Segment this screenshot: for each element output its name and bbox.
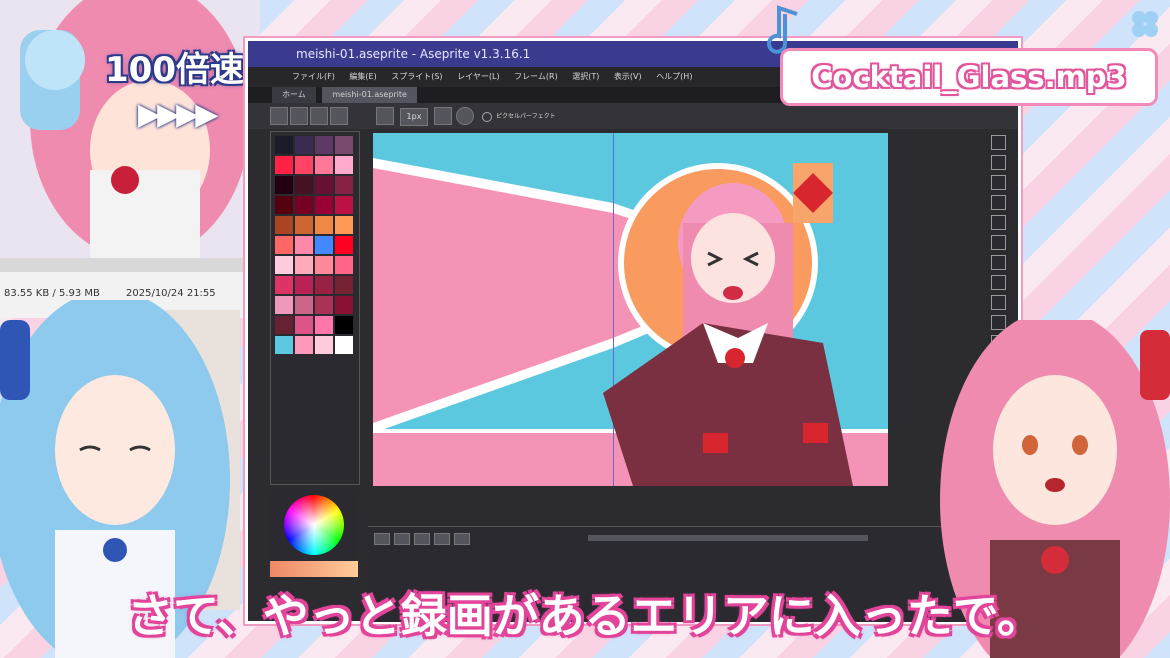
horizontal-scrollbar[interactable] bbox=[588, 535, 868, 541]
clover-icon bbox=[1132, 11, 1158, 37]
ink-button[interactable] bbox=[434, 107, 452, 125]
menu-edit[interactable]: 編集(E) bbox=[349, 72, 376, 81]
palette-swatch[interactable] bbox=[315, 236, 333, 254]
fast-forward-arrows: ▶▶▶▶ bbox=[138, 97, 218, 132]
next-frame-button[interactable] bbox=[434, 533, 450, 545]
context-toolbar: 1px ピクセルパーフェクト bbox=[248, 103, 1018, 129]
hand-tool-icon[interactable] bbox=[991, 215, 1006, 230]
options-button[interactable] bbox=[330, 107, 348, 125]
palette-swatch[interactable] bbox=[295, 276, 313, 294]
palette-swatch[interactable] bbox=[275, 256, 293, 274]
brush-type-button[interactable] bbox=[376, 107, 394, 125]
palette-swatch[interactable] bbox=[275, 276, 293, 294]
now-playing-title: Cocktail_Glass.mp3 bbox=[811, 60, 1127, 94]
palette-swatch[interactable] bbox=[315, 316, 333, 334]
pixel-perfect-label: ピクセルパーフェクト bbox=[496, 113, 556, 120]
fill-tool-icon[interactable] bbox=[991, 255, 1006, 270]
palette-swatch[interactable] bbox=[335, 236, 353, 254]
rectangle-tool-icon[interactable] bbox=[991, 295, 1006, 310]
palette-swatch[interactable] bbox=[295, 156, 313, 174]
palette-swatch[interactable] bbox=[315, 176, 333, 194]
first-frame-button[interactable] bbox=[374, 533, 390, 545]
shade-bar[interactable] bbox=[270, 561, 358, 577]
palette-swatch[interactable] bbox=[315, 136, 333, 154]
prev-frame-button[interactable] bbox=[394, 533, 410, 545]
palette-swatch[interactable] bbox=[335, 136, 353, 154]
palette-swatch[interactable] bbox=[275, 236, 293, 254]
palette-swatch[interactable] bbox=[295, 196, 313, 214]
file-date: 2025/10/24 21:55 bbox=[126, 288, 216, 299]
palette-swatch[interactable] bbox=[335, 276, 353, 294]
palette-swatch[interactable] bbox=[335, 216, 353, 234]
palette-swatch[interactable] bbox=[335, 196, 353, 214]
palette-swatch[interactable] bbox=[335, 176, 353, 194]
palette-swatch[interactable] bbox=[335, 296, 353, 314]
palette-swatch[interactable] bbox=[275, 316, 293, 334]
palette-swatch[interactable] bbox=[275, 216, 293, 234]
palette-swatch[interactable] bbox=[315, 296, 333, 314]
palette-swatch[interactable] bbox=[295, 216, 313, 234]
color-wheel-shade bbox=[284, 495, 344, 555]
opacity-button[interactable] bbox=[456, 107, 474, 125]
palette-swatch[interactable] bbox=[315, 216, 333, 234]
palette-swatch[interactable] bbox=[295, 256, 313, 274]
tab-meishi[interactable]: meishi-01.aseprite bbox=[322, 87, 417, 103]
color-wheel-panel bbox=[270, 489, 358, 579]
color-palette bbox=[270, 131, 360, 485]
menu-select[interactable]: 選択(T) bbox=[572, 72, 599, 81]
palette-swatch[interactable] bbox=[335, 156, 353, 174]
palette-swatch[interactable] bbox=[295, 136, 313, 154]
line-tool-icon[interactable] bbox=[991, 275, 1006, 290]
subtitle-caption: さて、やっと録画があるエリアに入ったで。 bbox=[127, 589, 1043, 643]
pink-character-top-left bbox=[0, 0, 260, 260]
brush-size-field[interactable]: 1px bbox=[400, 108, 428, 126]
palette-swatch[interactable] bbox=[295, 336, 313, 354]
palette-swatch[interactable] bbox=[315, 156, 333, 174]
palette-swatch[interactable] bbox=[315, 276, 333, 294]
palette-swatch[interactable] bbox=[335, 256, 353, 274]
file-size: 83.55 KB / 5.93 MB bbox=[4, 288, 100, 299]
menu-file[interactable]: ファイル(F) bbox=[292, 72, 335, 81]
eyedropper-tool-icon[interactable] bbox=[991, 195, 1006, 210]
lock-button[interactable] bbox=[290, 107, 308, 125]
palette-swatch[interactable] bbox=[275, 176, 293, 194]
now-playing-label: Cocktail_Glass.mp3 bbox=[780, 48, 1158, 106]
last-frame-button[interactable] bbox=[454, 533, 470, 545]
palette-swatch[interactable] bbox=[315, 336, 333, 354]
aseprite-window: meishi-01.aseprite - Aseprite v1.3.16.1 … bbox=[245, 38, 1021, 624]
palette-swatch[interactable] bbox=[295, 236, 313, 254]
palette-swatch[interactable] bbox=[335, 336, 353, 354]
menu-view[interactable]: 表示(V) bbox=[614, 72, 642, 81]
palette-swatch[interactable] bbox=[295, 316, 313, 334]
tab-home[interactable]: ホーム bbox=[272, 87, 316, 103]
menu-frame[interactable]: フレーム(R) bbox=[514, 72, 558, 81]
eraser-tool-icon[interactable] bbox=[991, 175, 1006, 190]
window-title: meishi-01.aseprite - Aseprite v1.3.16.1 bbox=[296, 47, 531, 61]
play-button[interactable] bbox=[414, 533, 430, 545]
palette-swatch[interactable] bbox=[275, 136, 293, 154]
pixel-perfect-checkbox[interactable] bbox=[482, 112, 492, 122]
palette-swatch[interactable] bbox=[275, 336, 293, 354]
menu-help[interactable]: ヘルプ(H) bbox=[656, 72, 692, 81]
palette-swatch[interactable] bbox=[295, 296, 313, 314]
marquee-tool-icon[interactable] bbox=[991, 135, 1006, 150]
menu-layer[interactable]: レイヤー(L) bbox=[457, 72, 499, 81]
palette-swatch[interactable] bbox=[275, 156, 293, 174]
palette-swatch[interactable] bbox=[315, 256, 333, 274]
palette-swatch[interactable] bbox=[295, 176, 313, 194]
pixel-art bbox=[373, 133, 888, 486]
palette-swatch[interactable] bbox=[315, 196, 333, 214]
pencil-tool-icon[interactable] bbox=[991, 155, 1006, 170]
palette-swatch[interactable] bbox=[275, 296, 293, 314]
speed-label: 100倍速 bbox=[105, 50, 244, 90]
palette-swatch[interactable] bbox=[335, 316, 353, 334]
sprite-canvas[interactable] bbox=[373, 133, 888, 486]
palette-swatch[interactable] bbox=[275, 196, 293, 214]
move-tool-icon[interactable] bbox=[991, 235, 1006, 250]
palette-menu-button[interactable] bbox=[270, 107, 288, 125]
menu-sprite[interactable]: スプライト(S) bbox=[391, 72, 442, 81]
edit-button[interactable] bbox=[310, 107, 328, 125]
